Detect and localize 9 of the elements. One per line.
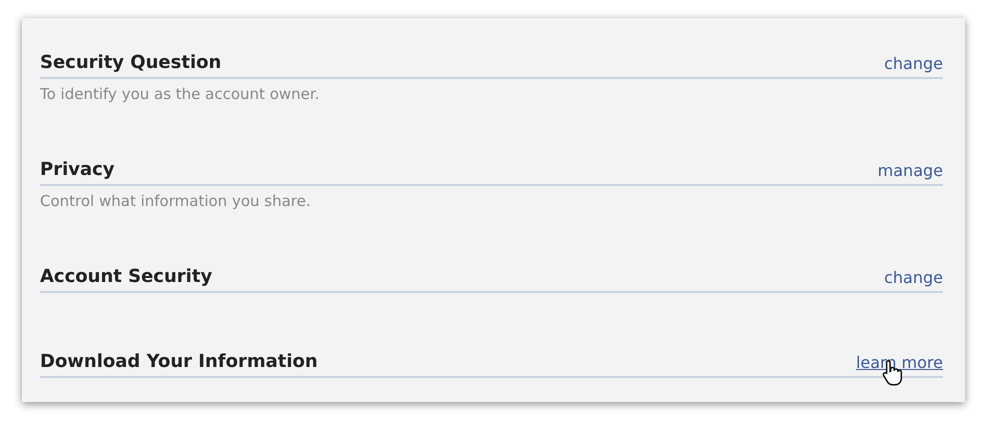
section-link[interactable]: change <box>884 54 943 73</box>
section-description: Control what information you share. <box>40 192 312 210</box>
section-title: Privacy <box>40 159 115 180</box>
section-link[interactable]: manage <box>878 161 943 180</box>
section-title: Account Security <box>40 266 212 287</box>
section-link[interactable]: change <box>884 268 943 287</box>
section-title: Security Question <box>40 52 222 73</box>
section-title: Download Your Information <box>40 351 318 372</box>
section-description: To identify you as the account owner. <box>40 85 320 103</box>
